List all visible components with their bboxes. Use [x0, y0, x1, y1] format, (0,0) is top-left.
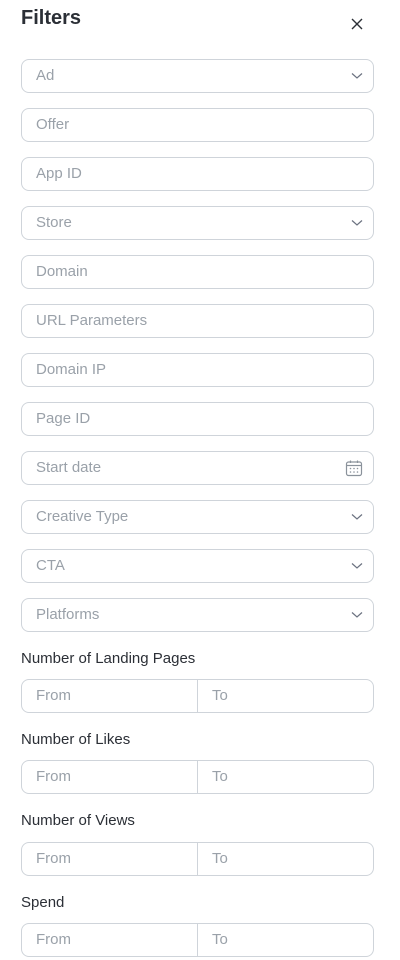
url-parameters-input[interactable]: URL Parameters	[21, 304, 374, 338]
to-placeholder: To	[212, 931, 228, 948]
cta-select[interactable]: CTA	[21, 549, 374, 583]
platforms-placeholder: Platforms	[36, 606, 100, 623]
offer-placeholder: Offer	[36, 116, 70, 133]
from-placeholder: From	[36, 768, 71, 785]
chevron-down-icon	[351, 563, 363, 569]
views-label: Number of Views	[21, 812, 135, 829]
spend-from-input[interactable]: From	[22, 924, 197, 956]
landing-pages-from-input[interactable]: From	[22, 680, 197, 712]
domain-input[interactable]: Domain	[21, 255, 374, 289]
to-placeholder: To	[212, 850, 228, 867]
url-parameters-placeholder: URL Parameters	[36, 312, 148, 329]
views-to-input[interactable]: To	[197, 843, 373, 875]
from-placeholder: From	[36, 687, 71, 704]
offer-input[interactable]: Offer	[21, 108, 374, 142]
views-range: From To	[21, 842, 374, 876]
page-id-input[interactable]: Page ID	[21, 402, 374, 436]
spend-label: Spend	[21, 894, 65, 911]
store-select[interactable]: Store	[21, 206, 374, 240]
landing-pages-label: Number of Landing Pages	[21, 650, 196, 667]
start-date-input[interactable]: Start date	[21, 451, 374, 485]
creative-type-select[interactable]: Creative Type	[21, 500, 374, 534]
cta-placeholder: CTA	[36, 557, 65, 574]
app-id-placeholder: App ID	[36, 165, 82, 182]
creative-type-placeholder: Creative Type	[36, 508, 129, 525]
chevron-down-icon	[351, 220, 363, 226]
platforms-select[interactable]: Platforms	[21, 598, 374, 632]
ad-select[interactable]: Ad	[21, 59, 374, 93]
likes-label: Number of Likes	[21, 731, 131, 748]
chevron-down-icon	[351, 514, 363, 520]
likes-range: From To	[21, 760, 374, 794]
chevron-down-icon	[351, 73, 363, 79]
store-placeholder: Store	[36, 214, 72, 231]
landing-pages-range: From To	[21, 679, 374, 713]
close-icon	[351, 18, 363, 30]
close-button[interactable]	[347, 14, 367, 34]
spend-range: From To	[21, 923, 374, 957]
domain-ip-input[interactable]: Domain IP	[21, 353, 374, 387]
app-id-input[interactable]: App ID	[21, 157, 374, 191]
ad-placeholder: Ad	[36, 67, 55, 84]
chevron-down-icon	[351, 612, 363, 618]
from-placeholder: From	[36, 850, 71, 867]
landing-pages-to-input[interactable]: To	[197, 680, 373, 712]
filters-panel: Filters Ad Offer App ID Store Domain URL…	[0, 0, 400, 960]
from-placeholder: From	[36, 931, 71, 948]
spend-to-input[interactable]: To	[197, 924, 373, 956]
to-placeholder: To	[212, 768, 228, 785]
domain-placeholder: Domain	[36, 263, 88, 280]
likes-to-input[interactable]: To	[197, 761, 373, 793]
panel-title: Filters	[21, 7, 82, 29]
calendar-button[interactable]	[345, 452, 363, 484]
to-placeholder: To	[212, 687, 228, 704]
page-id-placeholder: Page ID	[36, 410, 91, 427]
calendar-icon	[345, 460, 363, 477]
start-date-placeholder: Start date	[36, 459, 102, 476]
views-from-input[interactable]: From	[22, 843, 197, 875]
domain-ip-placeholder: Domain IP	[36, 361, 107, 378]
likes-from-input[interactable]: From	[22, 761, 197, 793]
